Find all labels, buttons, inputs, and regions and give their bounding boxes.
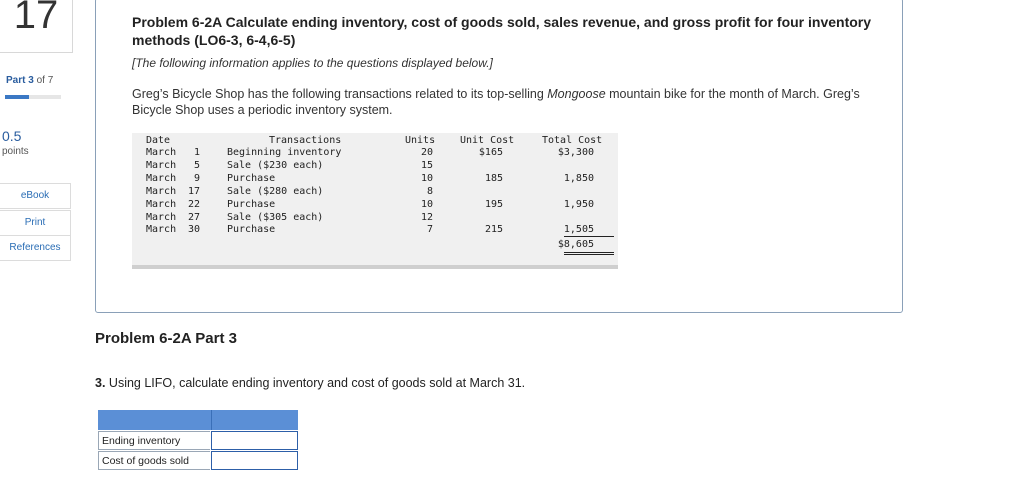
cell-units: 7 <box>426 224 433 236</box>
cell-units: 10 <box>420 198 433 210</box>
cell-day: 22 <box>187 198 200 210</box>
cogs-input[interactable] <box>211 451 298 470</box>
grand-total-double-rule <box>564 252 614 255</box>
header-unit-cost: Unit Cost <box>460 135 515 146</box>
transactions-table: Date Transactions Units Unit Cost Total … <box>132 133 618 269</box>
grand-total: $8,605 <box>557 239 594 250</box>
problem-description: Greg’s Bicycle Shop has the following tr… <box>132 86 862 118</box>
points-value: 0.5 <box>2 128 22 144</box>
part-progress-fill <box>5 95 30 99</box>
part-progress-bar <box>5 95 61 99</box>
problem-card: Problem 6-2A Calculate ending inventory,… <box>95 0 903 313</box>
cell-day: 5 <box>193 159 200 171</box>
header-transactions: Transactions <box>269 135 342 146</box>
part-prefix: Part <box>6 75 29 86</box>
ebook-button[interactable]: eBook <box>0 183 71 209</box>
cell-unit-cost: 195 <box>484 198 503 210</box>
cell-total-cost: 1,950 <box>563 198 594 210</box>
cell-transaction: Sale ($305 each) <box>227 211 324 223</box>
cell-day: 1 <box>193 147 200 158</box>
ending-inventory-label: Ending inventory <box>98 431 210 450</box>
cell-month: March <box>146 159 177 171</box>
answer-row-ending-inventory: Ending inventory <box>98 431 298 451</box>
cell-unit-cost: 185 <box>484 172 503 184</box>
part3-title: Problem 6-2A Part 3 <box>95 330 237 347</box>
cell-transaction: Sale ($230 each) <box>227 159 324 171</box>
cell-units: 15 <box>420 159 433 171</box>
cell-day: 27 <box>187 211 200 223</box>
cell-month: March <box>146 224 177 236</box>
cell-units: 8 <box>426 185 433 197</box>
cell-day: 9 <box>193 172 200 184</box>
cogs-label: Cost of goods sold <box>98 451 210 470</box>
part-total: of 7 <box>33 75 54 86</box>
answer-row-cogs: Cost of goods sold <box>98 451 298 471</box>
print-button[interactable]: Print <box>0 210 71 236</box>
cell-units: 10 <box>420 172 433 184</box>
desc-product-name: Mongoose <box>547 87 606 101</box>
ending-inventory-input[interactable] <box>211 431 298 450</box>
cell-month: March <box>146 198 177 210</box>
question-text: 3. Using LIFO, calculate ending inventor… <box>95 376 525 390</box>
cell-transaction: Purchase <box>227 198 276 210</box>
cell-transaction: Purchase <box>227 224 276 236</box>
points-label: points <box>2 146 29 157</box>
part-indicator: Part 3 of 7 <box>6 75 53 86</box>
cell-total-cost: 1,850 <box>563 172 594 184</box>
cell-day: 17 <box>187 185 200 197</box>
cell-month: March <box>146 211 177 223</box>
cell-total-cost: 1,505 <box>563 224 594 236</box>
header-total-cost: Total Cost <box>542 135 603 146</box>
cell-unit-cost: 215 <box>484 224 503 236</box>
problem-title: Problem 6-2A Calculate ending inventory,… <box>132 14 872 48</box>
question-number: 17 <box>0 0 73 53</box>
cell-day: 30 <box>187 224 200 236</box>
cell-month: March <box>146 172 177 184</box>
cell-units: 20 <box>420 147 433 158</box>
question-body: Using LIFO, calculate ending inventory a… <box>105 376 526 390</box>
cell-total-cost: $3,300 <box>557 147 594 158</box>
question-number-label: 3. <box>95 376 106 390</box>
references-button[interactable]: References <box>0 235 71 261</box>
header-date: Date <box>146 135 171 146</box>
total-rule <box>564 236 614 237</box>
cell-transaction: Sale ($280 each) <box>227 185 324 197</box>
cell-month: March <box>146 185 177 197</box>
problem-note: [The following information applies to th… <box>132 56 493 70</box>
answer-table-header <box>98 410 298 430</box>
cell-transaction: Purchase <box>227 172 276 184</box>
cell-units: 12 <box>420 211 433 223</box>
header-units: Units <box>405 135 436 146</box>
desc-part-1: Greg’s Bicycle Shop has the following tr… <box>132 87 548 101</box>
header-separator <box>211 410 212 430</box>
cell-unit-cost: $165 <box>478 147 503 158</box>
cell-transaction: Beginning inventory <box>227 147 342 158</box>
cell-month: March <box>146 147 177 158</box>
